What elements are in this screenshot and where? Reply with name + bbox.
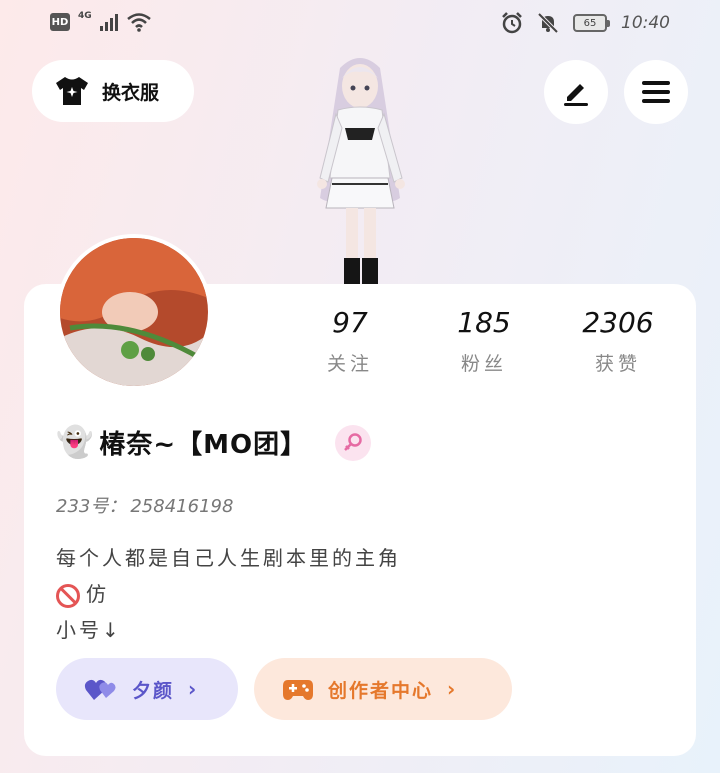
stats-row: 97 关注 185 粉丝 2306 获赞: [290, 306, 690, 396]
group-label: 夕颜: [132, 679, 175, 702]
bio: 每个人都是自己人生剧本里的主角 仿 小号↓: [56, 540, 401, 648]
avatar-photo: [60, 238, 208, 386]
network-type: 4G: [78, 11, 92, 21]
group-button[interactable]: 夕颜 ›: [56, 658, 238, 720]
followers-count: 185: [457, 306, 511, 339]
mute-bell-icon: [537, 12, 559, 34]
prohibited-icon: [56, 583, 80, 608]
signal-icon: [99, 13, 118, 31]
user-id[interactable]: 233号： 258416198: [56, 492, 237, 518]
hd-icon: HD: [50, 13, 70, 31]
likes-count: 2306: [582, 306, 654, 339]
likes-label: 获赞: [594, 353, 641, 375]
ghost-emoji: 👻: [56, 425, 94, 460]
bio-line-text: 仿: [86, 582, 109, 606]
female-icon: [344, 432, 362, 451]
avatar-character-figure[interactable]: [290, 48, 430, 288]
following-stat[interactable]: 97 关注: [290, 306, 410, 376]
username: 椿奈~【MO团】: [99, 430, 308, 460]
bio-line: 小号↓: [56, 618, 122, 642]
followers-stat[interactable]: 185 粉丝: [424, 306, 544, 376]
avatar[interactable]: [56, 234, 212, 390]
alarm-icon: [502, 12, 522, 34]
following-count: 97: [332, 306, 368, 339]
likes-stat[interactable]: 2306 获赞: [558, 306, 678, 376]
following-label: 关注: [326, 353, 373, 375]
edit-profile-button[interactable]: [544, 60, 608, 124]
edit-pen-icon: [564, 84, 588, 106]
bio-line: 每个人都是自己人生剧本里的主角: [56, 546, 401, 570]
chevron-right-icon: ›: [447, 677, 456, 701]
wifi-icon: [126, 13, 151, 32]
change-outfit-label: 换衣服: [102, 81, 160, 104]
battery-icon: 65: [573, 14, 610, 32]
creator-center-label: 创作者中心: [328, 679, 434, 702]
user-id-value: 258416198: [130, 496, 234, 517]
double-heart-icon: [84, 679, 116, 700]
gamepad-icon: [283, 680, 313, 700]
creator-center-button[interactable]: 创作者中心 ›: [254, 658, 512, 720]
status-bar: HD 4G 65 10:40: [0, 0, 720, 48]
name-row: 👻 椿奈~【MO团】: [56, 424, 372, 461]
user-id-label: 233号：: [56, 496, 127, 517]
menu-button[interactable]: [624, 60, 688, 124]
gender-badge: [335, 424, 372, 461]
menu-icon: [642, 81, 670, 103]
tshirt-icon: [56, 77, 88, 105]
followers-label: 粉丝: [460, 353, 507, 375]
bio-line: 仿: [56, 576, 401, 612]
change-outfit-button[interactable]: 换衣服: [32, 60, 194, 122]
chevron-right-icon: ›: [188, 677, 197, 701]
clock: 10:40: [621, 13, 670, 33]
